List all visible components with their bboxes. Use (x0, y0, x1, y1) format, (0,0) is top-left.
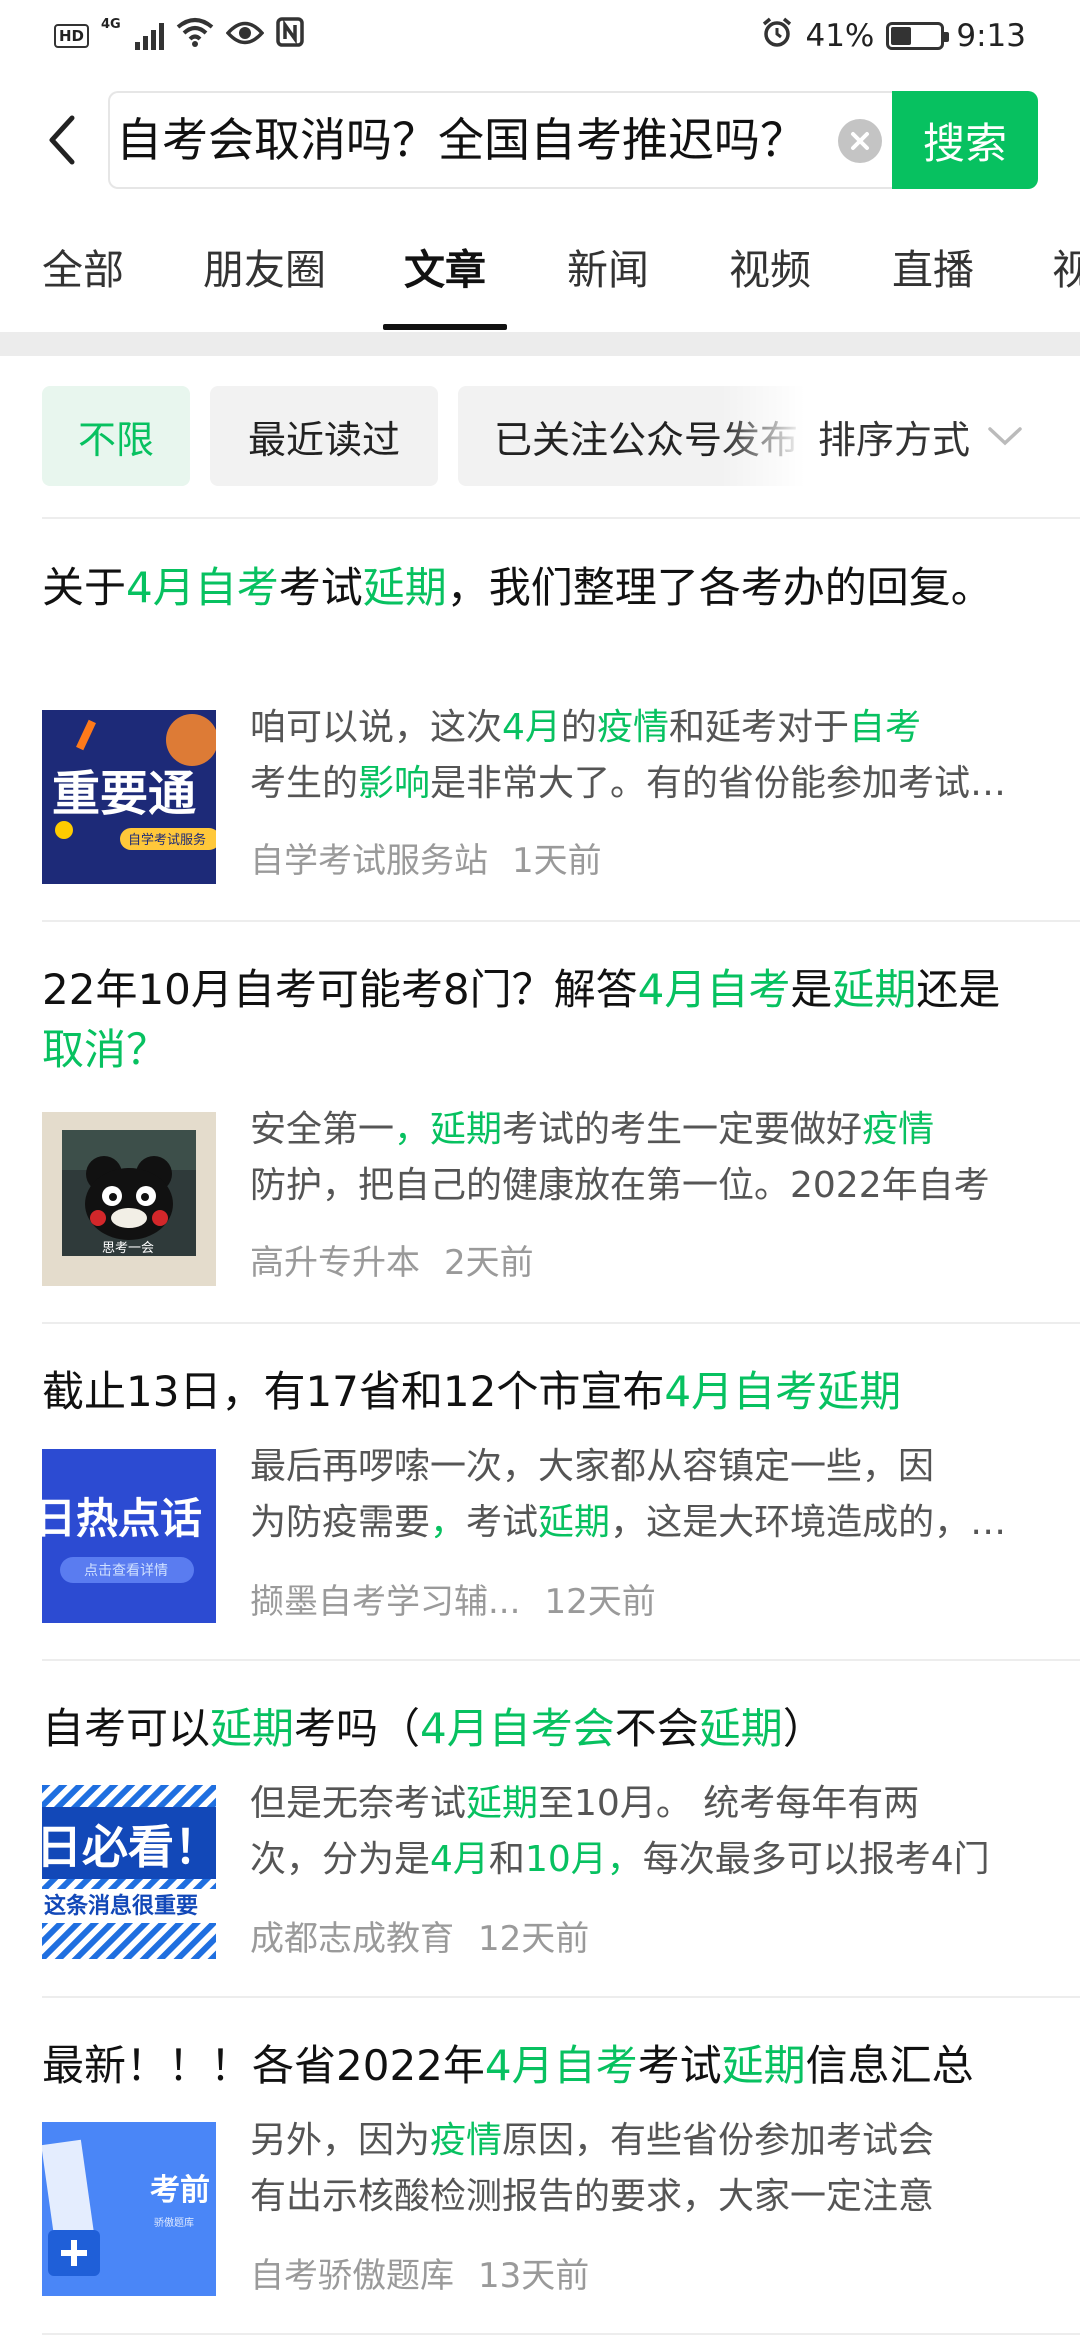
eye-icon (225, 18, 265, 54)
hd-badge: HD (54, 24, 90, 48)
battery-icon (886, 22, 950, 50)
tab-more-videos[interactable]: 视 (1052, 228, 1080, 332)
thumb-text: 日热点话 (42, 1494, 202, 1543)
thumb-text: 考前 (150, 2173, 210, 2208)
battery-level-fill (891, 27, 912, 45)
tab-moments[interactable]: 朋友圈 (203, 228, 326, 332)
result-time: 2天前 (444, 1243, 534, 1283)
result-meta: 成都志成教育 12天前 (250, 1911, 589, 1960)
filters-divider (42, 517, 1080, 519)
search-header: 自考会取消吗？全国自考推迟吗？ 搜索 (0, 88, 1080, 192)
result-snippet: 最后再啰嗦一次，大家都从容镇定一些，因 为防疫需要，考试延期，这是大环境造成的，… (250, 1446, 1030, 1543)
result-item-4[interactable]: 自考可以延期考吗（4月自考会不会延期） 日必看！ 这条消息很重要 但是无奈考试延… (0, 1661, 1080, 1998)
thumb-text: 日必看！ (42, 1820, 216, 1874)
result-title[interactable]: 22年10月自考可能考8门？解答4月自考是延期还是取消？ (42, 960, 1042, 1080)
chip-fade-overlay (720, 386, 820, 486)
tab-all[interactable]: 全部 (42, 228, 124, 332)
result-title[interactable]: 关于4月自考考试延期，我们整理了各考办的回复。 (42, 558, 1042, 618)
result-meta: 自考骄傲题库 13天前 (250, 2248, 589, 2297)
tab-news[interactable]: 新闻 (567, 228, 649, 332)
sort-label: 排序方式 (818, 417, 971, 462)
result-item-2[interactable]: 22年10月自考可能考8门？解答4月自考是延期还是取消？ 思考一会 安全第一，延… (0, 922, 1080, 1324)
thumb-subtext: 这条消息很重要 (44, 1893, 198, 1919)
result-item-3[interactable]: 截止13日，有17省和12个市宣布4月自考延期 日热点话 点击查看详情 最后再啰… (0, 1324, 1080, 1661)
search-input[interactable]: 自考会取消吗？全国自考推迟吗？ (108, 91, 898, 189)
thumb-subtext: 骄傲题库 (154, 2216, 194, 2229)
result-source[interactable]: 撷墨自考学习辅... (250, 1582, 520, 1622)
result-title[interactable]: 最新！！！各省2022年4月自考考试延期信息汇总 (42, 2036, 1042, 2096)
result-time: 12天前 (478, 1919, 590, 1959)
result-meta: 高升专升本 2天前 (250, 1235, 534, 1284)
result-snippet: 另外，因为疫情原因，有些省份参加考试会 有出示核酸检测报告的要求，大家一定注意 (250, 2120, 935, 2217)
result-source[interactable]: 自学考试服务站 (250, 841, 488, 881)
filter-bar: 不限 最近读过 已关注公众号发布 排序方式 (0, 386, 1080, 490)
clock: 9:13 (956, 18, 1026, 54)
filter-chip-any[interactable]: 不限 (42, 386, 190, 486)
search-button[interactable]: 搜索 (892, 91, 1038, 189)
thumb-text: 重要通 (52, 766, 196, 822)
result-title[interactable]: 截止13日，有17省和12个市宣布4月自考延期 (42, 1362, 1042, 1422)
nfc-icon (275, 17, 304, 55)
section-divider (0, 332, 1080, 356)
search-query-text[interactable]: 自考会取消吗？全国自考推迟吗？ (116, 93, 898, 187)
tab-videos[interactable]: 视频 (729, 228, 811, 332)
clear-search-button[interactable] (838, 119, 882, 163)
result-title[interactable]: 自考可以延期考吗（4月自考会不会延期） (42, 1699, 1042, 1759)
result-item-5[interactable]: 最新！！！各省2022年4月自考考试延期信息汇总 考前 骄傲题库 另外，因为疫情… (0, 1998, 1080, 2335)
tab-live[interactable]: 直播 (892, 228, 974, 332)
result-time: 1天前 (512, 841, 602, 881)
result-thumbnail[interactable]: 思考一会 (42, 1112, 216, 1286)
result-thumbnail[interactable]: 考前 骄傲题库 (42, 2122, 216, 2296)
result-source[interactable]: 成都志成教育 (250, 1919, 454, 1959)
active-tab-indicator (383, 324, 507, 330)
result-thumbnail[interactable]: 重要通 自学考试服务 (42, 710, 216, 884)
network-type-label: 4G (101, 17, 121, 32)
result-snippet: 安全第一，延期考试的考生一定要做好疫情 防护，把自己的健康放在第一位。2022年… (250, 1109, 990, 1206)
result-thumbnail[interactable]: 日热点话 点击查看详情 (42, 1449, 216, 1623)
chevron-down-icon (986, 424, 1024, 448)
result-source[interactable]: 自考骄傲题库 (250, 2256, 454, 2296)
thumb-subtext: 点击查看详情 (84, 1563, 168, 1579)
result-thumbnail[interactable]: 日必看！ 这条消息很重要 (42, 1785, 216, 1959)
back-button[interactable] (30, 108, 94, 172)
category-tabs: 全部 朋友圈 文章 新闻 视频 直播 视 (0, 228, 1080, 332)
wifi-icon (176, 17, 214, 55)
signal-icon (134, 22, 164, 50)
sort-dropdown[interactable]: 排序方式 (818, 386, 1068, 486)
filter-chip-recently-read[interactable]: 最近读过 (210, 386, 438, 486)
result-divider (42, 2333, 1080, 2335)
thumb-subtext: 自学考试服务 (128, 832, 206, 848)
status-bar: HD 4G 41% 9:13 (0, 0, 1080, 72)
result-meta: 撷墨自考学习辅... 12天前 (250, 1574, 656, 1623)
alarm-icon (761, 16, 793, 56)
result-meta: 自学考试服务站 1天前 (250, 833, 602, 882)
result-snippet: 咱可以说，这次4月的疫情和延考对于自考 考生的影响是非常大了。有的省份能参加考试… (250, 707, 1030, 804)
result-item-1[interactable]: 关于4月自考考试延期，我们整理了各考办的回复。 重要通 自学考试服务 咱可以说，… (0, 520, 1080, 922)
tab-articles[interactable]: 文章 (404, 228, 486, 332)
result-snippet: 但是无奈考试延期至10月。 统考每年有两 次，分为是4月和10月，每次最多可以报… (250, 1783, 990, 1880)
result-time: 13天前 (478, 2256, 590, 2296)
close-icon (851, 132, 869, 150)
thumb-text: 思考一会 (102, 1241, 154, 1256)
result-source[interactable]: 高升专升本 (250, 1243, 420, 1283)
result-time: 12天前 (544, 1582, 656, 1622)
battery-percent: 41% (805, 18, 875, 54)
chevron-left-icon (49, 115, 75, 165)
